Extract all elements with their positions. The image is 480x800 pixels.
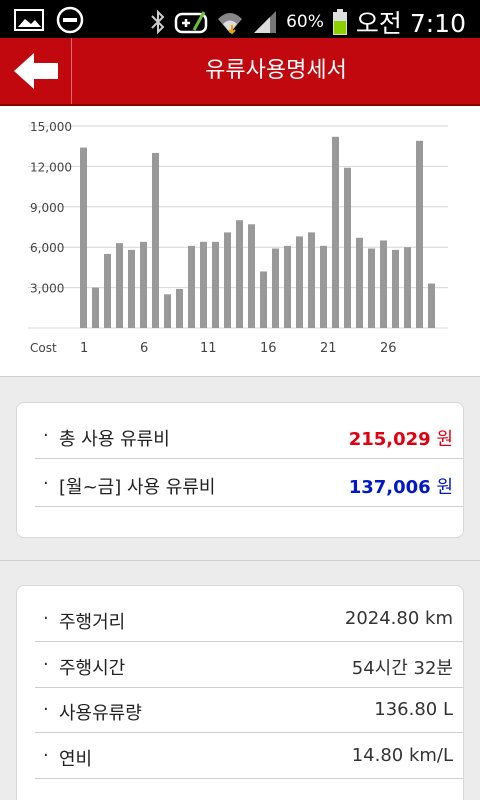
bluetooth-icon — [151, 9, 165, 35]
signal-icon — [254, 11, 277, 33]
chart-bar — [284, 245, 291, 328]
chart-bar — [416, 140, 423, 328]
y-tick-label: 12,000 — [30, 160, 72, 174]
status-right: 60% 오전 7:10 — [150, 4, 466, 40]
chart-bar — [308, 232, 315, 328]
bullet: · — [43, 699, 49, 720]
chart-bar — [116, 243, 123, 328]
x-tick-label: 11 — [200, 341, 217, 356]
chart-bar — [320, 245, 327, 328]
chart-bar — [260, 271, 267, 328]
chart-bar — [128, 249, 135, 328]
fuel-used-value: 136.80 L — [374, 699, 453, 720]
weekday-cost-label: [월~금] 사용 유류비 — [59, 477, 216, 498]
total-cost-label: 총 사용 유류비 — [59, 429, 170, 450]
bullet: · — [43, 654, 49, 675]
chart-bar — [176, 288, 183, 328]
x-tick-label: 26 — [380, 341, 397, 356]
efficiency-label: 연비 — [59, 749, 93, 770]
battery-percent: 60% — [286, 12, 324, 32]
status-bar: 60% 오전 7:10 — [0, 0, 480, 38]
fuel-used-label: 사용유류량 — [59, 703, 142, 724]
back-button[interactable] — [0, 38, 72, 104]
efficiency-row: · 연비 14.80 km/L — [35, 733, 463, 779]
x-tick-label: 1 — [80, 341, 88, 356]
battery-icon — [332, 9, 347, 35]
chart-bar — [140, 241, 147, 328]
chart-bar — [200, 241, 207, 328]
drive-time-row: · 주행시간 54시간 32분 — [35, 642, 463, 688]
chart-bar — [344, 167, 351, 328]
chart-bar — [164, 294, 171, 328]
chart-bar — [80, 147, 87, 328]
chart-bar — [224, 232, 231, 328]
bullet: · — [43, 608, 49, 629]
page-title: 유류사용명세서 — [205, 58, 347, 83]
total-cost-row: · 총 사용 유류비 215,029 원 — [35, 413, 463, 459]
weekday-cost-value: 137,006 원 — [349, 473, 453, 499]
divider — [0, 560, 480, 561]
summary-card: · 총 사용 유류비 215,029 원 · [월~금] 사용 유류비 137,… — [16, 402, 464, 538]
total-cost-amount: 215,029 — [348, 429, 431, 450]
chart-bar — [296, 236, 303, 328]
chart-bar — [332, 136, 339, 328]
chart-bar — [92, 287, 99, 328]
chart-bar — [152, 152, 159, 328]
weekday-cost-unit: 원 — [436, 477, 453, 498]
bullet: · — [43, 425, 49, 446]
y-tick-label: 6,000 — [30, 241, 64, 255]
divider — [0, 376, 480, 377]
chart-bar — [428, 283, 435, 328]
x-tick-label: 16 — [260, 341, 277, 356]
chart-bar — [212, 241, 219, 328]
chart-bar — [356, 237, 363, 328]
y-tick-label: 9,000 — [30, 201, 64, 215]
y-tick-label: 15,000 — [30, 120, 72, 134]
x-axis-label: Cost — [30, 341, 57, 355]
bullet: · — [43, 473, 49, 494]
chart-bar — [104, 253, 111, 328]
fuel-used-row: · 사용유류량 136.80 L — [35, 687, 463, 733]
weekday-cost-amount: 137,006 — [348, 477, 431, 498]
drive-time-value: 54시간 32분 — [351, 658, 453, 679]
distance-row: · 주행거리 2024.80 km — [35, 596, 463, 642]
chart-bar — [392, 249, 399, 328]
y-tick-label: 3,000 — [30, 282, 64, 296]
x-tick-label: 6 — [140, 341, 148, 356]
chart-bar — [404, 247, 411, 328]
drive-time-label: 주행시간 — [59, 658, 126, 679]
blocked-icon — [56, 6, 84, 34]
status-left — [14, 6, 84, 34]
efficiency-value: 14.80 km/L — [351, 745, 453, 766]
gamepad-icon — [174, 11, 208, 34]
chart-svg: 15,00012,0009,0006,0003,000Cost 1 6 11 16 21 2… — [28, 120, 448, 356]
weekday-cost-row: · [월~금] 사용 유류비 137,006 원 — [35, 461, 463, 507]
total-cost-value: 215,029 원 — [349, 425, 453, 451]
clock: 오전 7:10 — [355, 9, 466, 38]
fuel-cost-chart: 15,000 12,000 9,000 6,000 3,000 Cost 1 6 11 16 21 2… — [0, 106, 480, 376]
app-header: 유류사용명세서 — [0, 38, 480, 106]
chart-bar — [368, 248, 375, 328]
total-cost-unit: 원 — [436, 429, 453, 450]
arrow-left-icon — [13, 53, 58, 89]
chart-bar — [236, 220, 243, 328]
chart-bar — [272, 248, 279, 328]
gallery-icon — [14, 9, 44, 31]
distance-value: 2024.80 km — [344, 608, 453, 629]
chart-bar — [248, 224, 255, 328]
x-tick-label: 21 — [320, 341, 337, 356]
distance-label: 주행거리 — [59, 612, 126, 633]
details-card: · 주행거리 2024.80 km · 주행시간 54시간 32분 · 사용유류… — [16, 585, 464, 800]
chart-bar — [380, 240, 387, 328]
wifi-icon — [218, 13, 243, 35]
chart-bar — [188, 245, 195, 328]
bullet: · — [43, 745, 49, 766]
